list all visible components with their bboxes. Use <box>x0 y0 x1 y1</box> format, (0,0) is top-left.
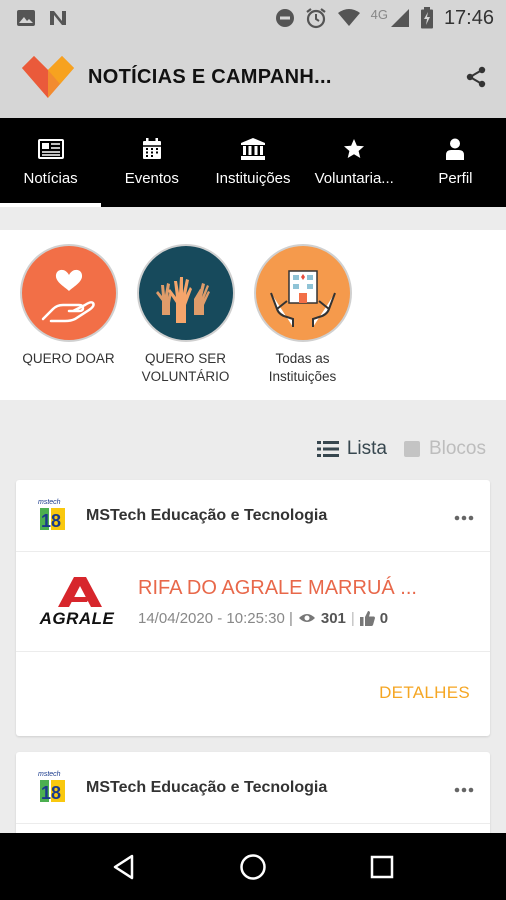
list-icon <box>316 441 339 457</box>
news-date: 14/04/2020 - 10:25:30 | <box>138 609 293 627</box>
quick-action-donate[interactable]: QUERO DOAR <box>10 230 127 400</box>
svg-text:18: 18 <box>41 511 61 531</box>
recents-square-icon <box>370 855 393 878</box>
system-nav-bar <box>0 833 506 900</box>
tab-label: Instituições <box>215 170 291 187</box>
details-button[interactable]: DETALHES <box>379 683 470 703</box>
tab-label: Notícias <box>23 170 78 187</box>
thumbs-up-icon <box>359 610 375 626</box>
person-icon <box>446 138 465 160</box>
quick-actions: QUERO DOAR QUERO SER VOLUNTÁRIO Todas as… <box>0 230 506 400</box>
svg-text:18: 18 <box>41 783 61 803</box>
more-options-button[interactable] <box>454 777 474 798</box>
share-icon <box>466 66 486 88</box>
view-list-label: Lista <box>346 438 387 459</box>
quick-action-volunteer[interactable]: QUERO SER VOLUNTÁRIO <box>127 230 244 400</box>
card-header: mstech 18 MSTech Educação e Tecnologia <box>16 752 490 824</box>
tab-eventos[interactable]: Eventos <box>101 118 202 207</box>
quick-action-label: QUERO DOAR <box>22 351 115 366</box>
news-info: RIFA DO AGRALE MARRUÁ ... 14/04/2020 - 1… <box>138 577 417 627</box>
eye-icon <box>298 614 315 622</box>
svg-text:mstech: mstech <box>38 771 61 778</box>
do-not-disturb-icon <box>275 9 294 27</box>
alarm-icon <box>305 8 326 29</box>
org-name: MSTech Educação e Tecnologia <box>86 778 328 796</box>
signal-icon <box>390 9 409 27</box>
image-icon <box>17 10 35 26</box>
tab-noticias[interactable]: Notícias <box>0 118 102 207</box>
donate-icon <box>19 244 118 342</box>
home-circle-icon <box>240 853 266 880</box>
view-toggle: Lista Blocos <box>316 438 486 460</box>
more-options-button[interactable] <box>454 505 474 526</box>
org-logo: mstech 18 <box>38 499 65 531</box>
views-count: 301 <box>320 609 346 627</box>
more-horizontal-icon <box>454 787 474 793</box>
star-icon <box>344 139 365 158</box>
more-horizontal-icon <box>454 515 474 521</box>
view-list-button[interactable]: Lista <box>316 438 387 460</box>
volunteer-hands-icon <box>136 244 235 342</box>
calendar-icon <box>142 138 161 159</box>
nav-home-button[interactable] <box>233 847 273 887</box>
network-label: 4G <box>370 6 388 22</box>
nav-recents-button[interactable] <box>362 847 402 887</box>
view-blocks-button[interactable]: Blocos <box>403 438 486 460</box>
tab-voluntariado[interactable]: Voluntaria... <box>304 118 405 207</box>
tab-bar: Notícias Eventos Instituições Voluntaria… <box>0 118 506 207</box>
card-header: mstech 18 MSTech Educação e Tecnologia <box>16 480 490 552</box>
tab-instituicoes[interactable]: Instituições <box>202 118 303 207</box>
likes-count: 0 <box>379 609 389 627</box>
news-title[interactable]: RIFA DO AGRALE MARRUÁ ... <box>138 577 417 600</box>
newspaper-icon <box>37 139 64 159</box>
n-icon <box>50 11 66 25</box>
blocks-icon <box>403 441 420 457</box>
news-meta: 14/04/2020 - 10:25:30 | 301 | 0 <box>138 610 417 627</box>
agrale-logo: AGRALE <box>36 572 118 632</box>
status-time: 17:46 <box>443 6 494 29</box>
tab-label: Perfil <box>438 170 473 187</box>
org-name: MSTech Educação e Tecnologia <box>86 506 328 524</box>
svg-text:mstech: mstech <box>38 499 61 506</box>
tab-label: Eventos <box>124 170 179 187</box>
quick-action-institutions[interactable]: Todas as Instituições <box>244 230 361 400</box>
institutions-hands-icon <box>253 244 352 342</box>
meta-divider: | <box>350 609 355 627</box>
back-triangle-icon <box>114 854 134 879</box>
quick-action-label: Todas as Instituições <box>268 351 337 384</box>
view-blocks-label: Blocos <box>428 438 486 459</box>
app-logo <box>22 56 74 98</box>
tab-label: Voluntaria... <box>314 170 394 187</box>
app-bar: NOTÍCIAS E CAMPANH... <box>0 36 506 118</box>
institution-icon <box>241 138 265 160</box>
brand-name: AGRALE <box>39 608 115 628</box>
news-card: mstech 18 MSTech Educação e Tecnologia A… <box>16 480 490 736</box>
card-body[interactable]: AGRALE RIFA DO AGRALE MARRUÁ ... 14/04/2… <box>16 552 490 652</box>
org-logo: mstech 18 <box>38 771 65 803</box>
nav-back-button[interactable] <box>104 847 144 887</box>
tab-perfil[interactable]: Perfil <box>405 118 506 207</box>
wifi-icon <box>337 9 360 26</box>
card-footer: DETALHES <box>16 652 490 734</box>
battery-icon <box>420 7 433 29</box>
page-title: NOTÍCIAS E CAMPANH... <box>88 65 332 88</box>
share-button[interactable] <box>462 63 490 91</box>
quick-action-label: QUERO SER VOLUNTÁRIO <box>141 351 230 384</box>
status-bar: 4G 17:46 <box>0 0 506 36</box>
